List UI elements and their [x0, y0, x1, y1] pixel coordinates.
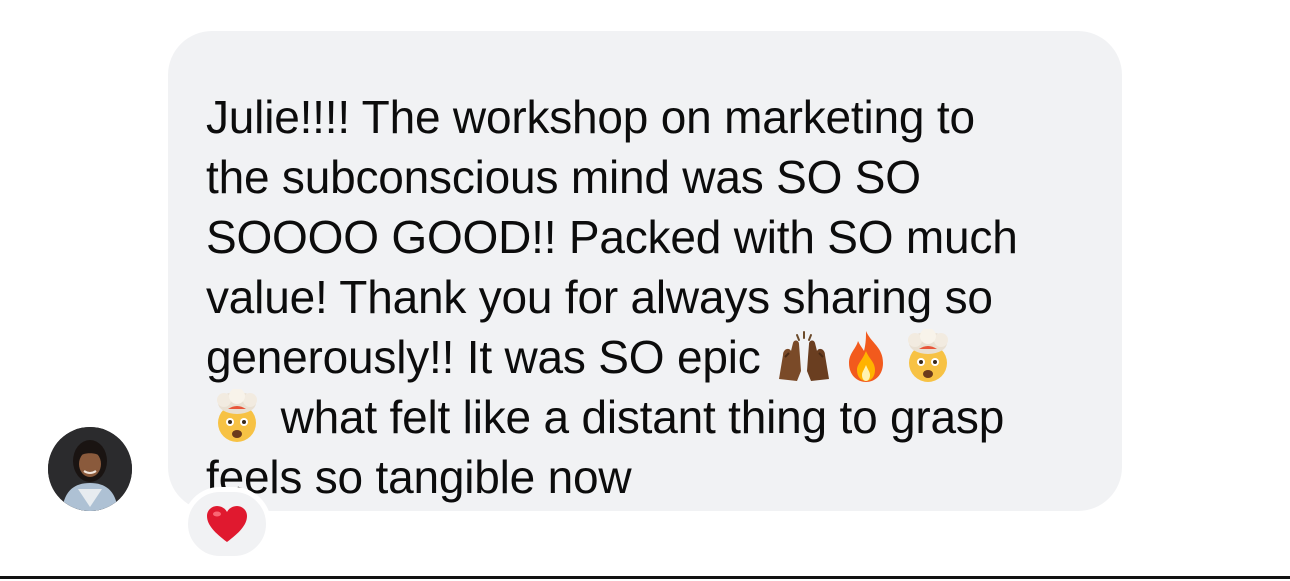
message-bubble[interactable]: Julie!!!! The workshop on marketing to th…	[168, 31, 1122, 511]
message-text: Julie!!!! The workshop on marketing to th…	[206, 87, 1082, 507]
exploding-head-icon	[899, 329, 957, 383]
fire-icon	[837, 329, 895, 383]
bottom-divider	[0, 576, 1290, 579]
message-line: what felt like a distant thing to grasp	[280, 391, 1005, 443]
raising-hands-icon	[775, 329, 833, 383]
heart-icon	[207, 506, 247, 542]
exploding-head-icon	[208, 389, 266, 443]
message-line: feels so tangible now	[206, 451, 632, 503]
message-line: Julie!!!! The workshop on marketing to	[206, 91, 975, 143]
heart-reaction[interactable]	[183, 487, 271, 561]
message-line: SOOOO GOOD!! Packed with SO much	[206, 211, 1018, 263]
message-line: value! Thank you for always sharing so	[206, 271, 993, 323]
message-line: generously!! It was SO epic	[206, 331, 761, 383]
sender-avatar[interactable]	[48, 427, 132, 511]
message-line: the subconscious mind was SO SO	[206, 151, 921, 203]
avatar-photo	[48, 427, 132, 511]
